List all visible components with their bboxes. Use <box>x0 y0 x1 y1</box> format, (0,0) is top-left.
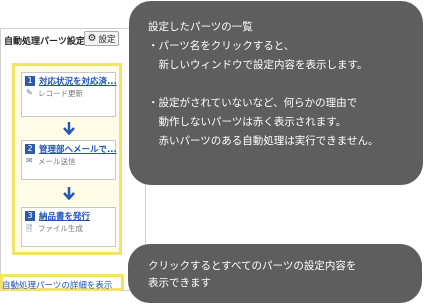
callout-line: 新しいウィンドウで設定内容を表示します。 <box>148 59 368 71</box>
part-type: レコード更新 <box>38 89 83 98</box>
settings-button[interactable]: ⚙ 設定 <box>84 31 119 46</box>
callout-parts-list: 設定したパーツの一覧 ・パーツ名をクリックすると、 新しいウィンドウで設定内容を… <box>129 1 423 185</box>
callout-line: クリックするとすべてのパーツの設定内容を <box>148 260 357 272</box>
show-details-link[interactable]: 自動処理パーツの詳細を表示 <box>2 279 112 291</box>
callout-line: 表示できます <box>148 277 211 289</box>
callout-line <box>148 75 378 94</box>
document-icon: 🗎 <box>26 224 33 233</box>
pencil-icon: ✎ <box>26 88 33 97</box>
arrow-down-icon <box>63 187 75 200</box>
callout-line: ・設定がされていないなど、何らかの理由で <box>148 97 358 109</box>
part-name-link[interactable]: 管理部へメールで... <box>39 143 117 155</box>
panel-title: 自動処理パーツ設定 <box>4 37 85 47</box>
callout-line: 設定したパーツの一覧 <box>148 21 253 33</box>
callout-line: ・パーツ名をクリックすると、 <box>148 40 295 52</box>
settings-button-label: 設定 <box>98 34 116 45</box>
gear-icon: ⚙ <box>87 32 97 44</box>
callout-line: 動作しないパーツは赤く表示されます。 <box>148 116 347 128</box>
callout-line: 赤いパーツのある自動処理は実行できません。 <box>148 135 379 147</box>
part-type: ファイル生成 <box>38 224 83 233</box>
part-name-link[interactable]: 納品書を発行 <box>39 210 90 222</box>
part-number: 1 <box>25 76 35 86</box>
part-card-2: 2 管理部へメールで... ✉ メール送信 <box>21 140 117 180</box>
part-card-1: 1 対応状況を対応済... ✎ レコード更新 <box>21 72 117 117</box>
callout-details-link: クリックするとすべてのパーツの設定内容を 表示できます <box>128 244 422 303</box>
part-name-link[interactable]: 対応状況を対応済... <box>39 75 117 87</box>
part-number: 3 <box>25 211 35 221</box>
part-type: メール送信 <box>38 157 76 166</box>
part-number: 2 <box>25 144 35 154</box>
part-card-3: 3 納品書を発行 🗎 ファイル生成 <box>21 207 116 247</box>
mail-icon: ✉ <box>26 156 33 165</box>
arrow-down-icon <box>63 122 75 135</box>
